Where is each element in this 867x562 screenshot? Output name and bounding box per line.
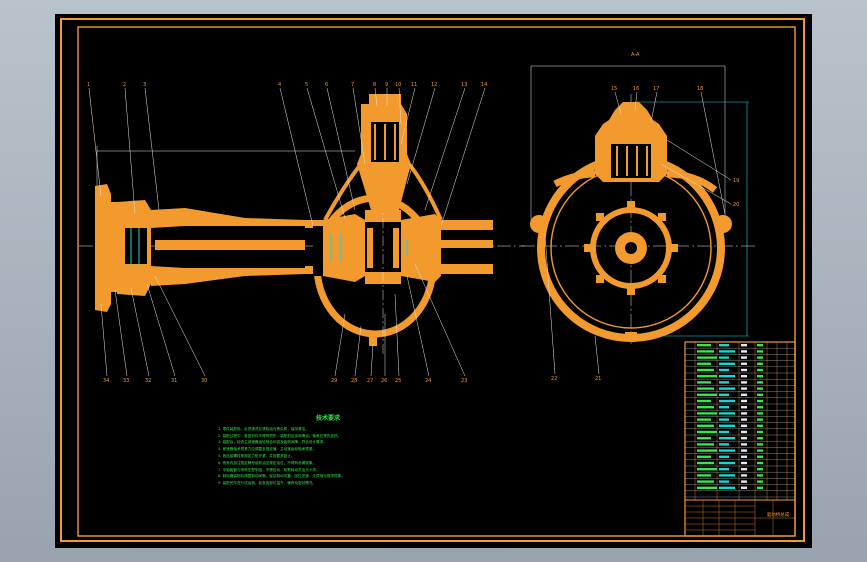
technical-note-line: 5. 各连接螺栓按规定力矩拧紧，并按要求锁止。 <box>218 453 295 458</box>
callout-4: 4 <box>278 82 281 88</box>
technical-note-line: 1. 零件装配前，必须清洗并清除油污等杂质，保持清洁。 <box>218 426 309 431</box>
callout-9: 9 <box>385 82 388 88</box>
callout-11: 11 <box>411 82 417 88</box>
callout-24: 24 <box>425 378 431 384</box>
callout-23: 23 <box>461 378 467 384</box>
callout-6: 6 <box>325 82 328 88</box>
callout-8: 8 <box>373 82 376 88</box>
callout-21: 21 <box>595 376 601 382</box>
callout-12: 12 <box>431 82 437 88</box>
axle-longitudinal-section: 1 2 3 4 5 6 7 8 9 10 11 12 13 14 34 33 3… <box>79 82 525 384</box>
technical-notes-title: 技术要求 <box>315 415 340 422</box>
callout-13: 13 <box>461 82 467 88</box>
callout-19: 19 <box>733 178 739 184</box>
callout-28: 28 <box>351 378 357 384</box>
callout-32: 32 <box>145 378 151 384</box>
callout-27: 27 <box>367 378 373 384</box>
cad-viewport[interactable]: 1 2 3 4 5 6 7 8 9 10 11 12 13 14 34 33 3… <box>55 14 812 548</box>
technical-note-line: 8. 制动器装配后调整制动间隙，保证制动可靠，回位迅速，无异响无拖滞现象。 <box>218 474 345 479</box>
callout-16: 16 <box>633 86 639 92</box>
axle-cross-section: A-A 15 16 17 18 19 20 22 21 <box>521 52 755 382</box>
callout-7: 7 <box>351 82 354 88</box>
callout-26: 26 <box>381 378 387 384</box>
technical-note-line: 9. 装配完毕进行试运转，检查各部位温升、噪声及密封情况。 <box>218 481 317 486</box>
callout-22: 22 <box>551 376 557 382</box>
technical-note-line: 2. 装配过程中，各密封件不得有损伤，装配前应涂润滑油，轴承应预先加热。 <box>218 433 342 438</box>
callout-14: 14 <box>481 82 487 88</box>
callout-3: 3 <box>143 82 146 88</box>
callout-10: 10 <box>395 82 401 88</box>
callout-17: 17 <box>653 86 659 92</box>
technical-note-line: 7. 半轴套管与桥壳压配牢固，不得松动，轮毂转动灵活无卡滞。 <box>218 467 320 472</box>
technical-note-line: 4. 差速器轴承预紧力应调整至规定值，主动锥齿轮轴承预紧。 <box>218 447 317 452</box>
callout-31: 31 <box>171 378 177 384</box>
callout-29: 29 <box>331 378 337 384</box>
title-block-drawing-title: 驱动桥总成 <box>766 513 790 518</box>
callout-1: 1 <box>87 82 90 88</box>
callout-25: 25 <box>395 378 401 384</box>
callout-30: 30 <box>201 378 207 384</box>
callout-34: 34 <box>103 378 109 384</box>
callout-5: 5 <box>305 82 308 88</box>
technical-note-line: 6. 桥壳内加注规定牌号齿轮油至规定油位，不得有渗漏现象。 <box>218 460 317 465</box>
callout-20: 20 <box>733 202 739 208</box>
section-label: A-A <box>631 52 640 58</box>
callout-18: 18 <box>697 86 703 92</box>
callout-33: 33 <box>123 378 129 384</box>
technical-note-line: 3. 装配后，检查主减速器齿轮啮合印迹及齿侧间隙，符合设计要求。 <box>218 440 327 445</box>
callout-15: 15 <box>611 86 617 92</box>
technical-notes: 技术要求 1. 零件装配前，必须清洗并清除油污等杂质，保持清洁。 2. 装配过程… <box>218 415 468 487</box>
parts-list-table <box>684 341 796 537</box>
callout-2: 2 <box>123 82 126 88</box>
